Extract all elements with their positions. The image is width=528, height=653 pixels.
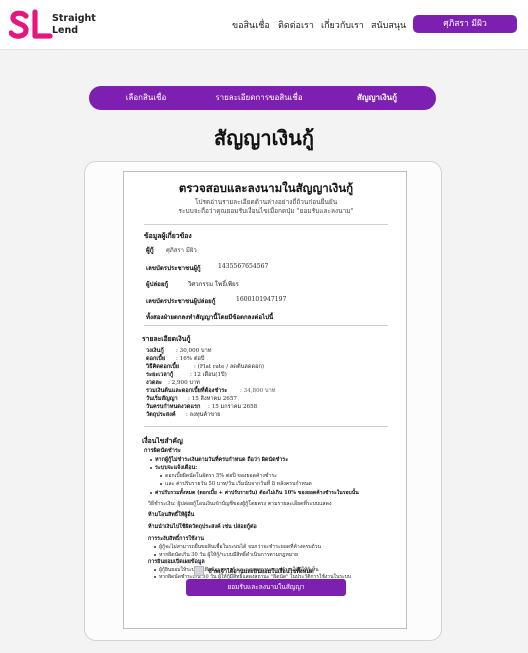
progress-stepper: เลือกสินเชื่อ รายละเอียดการขอสินเชื่อ สั…	[89, 86, 436, 110]
lender-id-label: เลขบัตรประชาชนผู้ปล่อยกู้	[146, 298, 216, 305]
bullet	[150, 459, 152, 461]
amount-label: วงเงินกู้	[146, 348, 164, 354]
bullet	[160, 483, 162, 485]
nav-loan[interactable]: ขอสินเชื่อ	[232, 18, 270, 32]
borrower-label: ผู้กู้	[146, 246, 154, 254]
bullet	[150, 467, 152, 469]
installment-value: : 2,900 บาท	[168, 380, 200, 386]
first-due-label: วันครบกำหนดงวดแรก	[146, 404, 201, 410]
borrower-id-label: เลขบัตรประชาชนผู้กู้	[146, 265, 201, 272]
interest-label: ดอกเบี้ย	[146, 356, 166, 362]
late-term-1: หากผู้กู้ไม่ชำระเงินตามวันที่ครบกำหนด ถื…	[155, 457, 289, 463]
page-title: สัญญาเงินกู้	[214, 126, 314, 150]
step-select-loan[interactable]: เลือกสินเชื่อ	[101, 86, 191, 110]
user-account-button[interactable]: ศุภิสรา มีผิว	[413, 15, 517, 33]
term-label: ระยะเวลากู้	[146, 372, 174, 378]
bullet	[154, 554, 156, 556]
interest-method-value: : (Flat rate / ลดต้นลดดอก)	[194, 364, 265, 370]
start-date-label: วันเริ่มสัญญา	[146, 396, 178, 402]
loan-details-heading: รายละเอียดเงินกู้	[142, 335, 191, 343]
nav-about[interactable]: เกี่ยวกับเรา	[321, 18, 364, 32]
borrower-name: ศุภิสรา มีผิว	[166, 247, 197, 254]
parties-heading: ข้อมูลผู้เกี่ยวข้อง	[144, 232, 192, 240]
total-value: : 34,800 บาท	[240, 388, 276, 394]
divider	[144, 224, 388, 225]
suspension-term-1: ผู้กู้จะไม่สามารถยื่นขอสินเชื่อในระบบได้…	[159, 544, 322, 550]
lender-label: ผู้ปล่อยกู้	[146, 281, 169, 288]
doc-intro-2: ระบบจะถือว่าคุณยอมรับเงื่อนไขเมื่อกดปุ่ม…	[178, 207, 354, 215]
lender-id: 1600101947197	[236, 296, 287, 303]
privacy-heading: การยินยอมเปิดเผยข้อมูล	[148, 559, 205, 565]
late-payment-heading: การผิดนัดชำระ	[144, 448, 181, 454]
borrower-id: 1435567654567	[218, 263, 269, 270]
late-term-2: ระบบจะแจ้งเตือน:	[155, 465, 198, 471]
lender-name: วิศวกรรม โพธิ์เพียร	[188, 281, 239, 288]
nav-contact[interactable]: ติดต่อเรา	[278, 18, 314, 32]
interest-method-label: วิธีคิดดอกเบี้ย	[146, 364, 180, 370]
bullet	[150, 492, 152, 494]
divider	[144, 325, 388, 326]
step-loan-contract[interactable]: สัญญาเงินกู้	[337, 86, 417, 110]
late-term-2a: ดอกเบี้ยผิดนัดในอัตรา 5% ต่อปี ของยอดค้า…	[165, 473, 277, 479]
top-bar: Straight Lend ขอสินเชื่อ ติดต่อเรา เกี่ย…	[0, 0, 528, 50]
purpose-label: วัตถุประสงค์	[146, 412, 176, 418]
brand-line-1: Straight	[52, 13, 96, 24]
start-date-value: : 15 สิงหาคม 2657	[188, 396, 237, 402]
brand-name: Straight Lend	[52, 13, 96, 37]
step-loan-details[interactable]: รายละเอียดการขอสินเชื่อ	[204, 86, 314, 110]
ban-misuse: ห้ามนำเงินไปใช้ผิดวัตถุประสงค์ เช่น ปล่อ…	[148, 524, 257, 530]
term-value: : 12 เดือน(1ปี)	[190, 372, 227, 378]
agreement-line: ทั้งสองฝ่ายตกลงทำสัญญานี้โดยมีข้อตกลงต่อ…	[146, 314, 274, 321]
nav-support[interactable]: สนับสนุน	[371, 18, 406, 32]
suspension-heading: การระงับสิทธิ์การใช้งาน	[148, 536, 204, 542]
divider	[144, 426, 388, 427]
accept-and-sign-button[interactable]: ยอมรับและลงนามในสัญญา	[186, 579, 346, 596]
contract-document[interactable]: ตรวจสอบและลงนามในสัญญาเงินกู้ โปรดอ่านรา…	[123, 171, 407, 629]
straight-lend-logo[interactable]	[9, 9, 53, 41]
amount-value: : 30,000 บาท	[176, 348, 212, 354]
brand-line-2: Lend	[52, 25, 79, 36]
first-due-value: : 15 มกราคม 2658	[208, 404, 258, 410]
bullet	[154, 546, 156, 548]
installment-label: งวดละ	[146, 380, 162, 386]
total-label: รวมเงินต้นและดอกเบี้ยที่ต้องชำระ	[146, 388, 228, 394]
purpose-value: : ลงทุนค้าขาย	[186, 412, 221, 418]
agree-checkbox-label: ข้าพเจ้าได้อ่านและยินยอมในเงื่อนไขทั้งหม…	[208, 569, 314, 575]
doc-title: ตรวจสอบและลงนามในสัญญาเงินกู้	[178, 181, 354, 195]
bullet	[154, 569, 156, 571]
payment-method-line: วิธีชำระเงิน: ผู้ปล่อยกู้โอนเงินเข้าบัญช…	[148, 501, 332, 507]
agree-checkbox[interactable]	[194, 566, 204, 576]
bullet	[160, 475, 162, 477]
ban-transfer: ห้ามโอนสิทธิ์ให้ผู้อื่น	[148, 512, 195, 518]
bullet	[154, 576, 156, 578]
late-term-3: ค่าปรับรวมทั้งหมด (ดอกเบี้ย + ค่าปรับราย…	[155, 490, 359, 496]
late-term-2b: และ ค่าปรับรายวัน 50 บาท/วัน เริ่มนับจาก…	[165, 481, 312, 487]
key-terms-heading: เงื่อนไขสำคัญ	[142, 437, 183, 445]
interest-value: : 16% ต่อปี	[176, 356, 205, 362]
